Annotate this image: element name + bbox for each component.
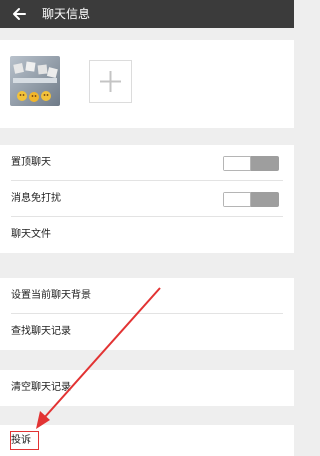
add-member-button[interactable] [89, 60, 132, 103]
mute-row: 消息免打扰 [0, 181, 294, 217]
clear-history-label: 清空聊天记录 [11, 382, 71, 393]
toggle-knob [223, 192, 251, 207]
toggle-track [251, 192, 279, 207]
report-highlight-box [10, 431, 39, 450]
settings-group-clear: 清空聊天记录 [0, 370, 294, 406]
chat-files-row[interactable]: 聊天文件 [0, 217, 294, 253]
search-history-label: 查找聊天记录 [11, 326, 71, 337]
toggle-knob [223, 156, 251, 171]
search-history-row[interactable]: 查找聊天记录 [0, 314, 294, 350]
clear-history-row[interactable]: 清空聊天记录 [0, 370, 294, 406]
member-avatar[interactable] [10, 56, 60, 106]
settings-group-report: 投诉 [0, 425, 294, 456]
settings-group-chat: 置顶聊天 消息免打扰 聊天文件 [0, 145, 294, 253]
mute-label: 消息免打扰 [11, 193, 61, 204]
chat-info-page: 聊天信息 置顶聊天 消息免打扰 聊天文件 设置当前聊天背景 查找聊天记录 清空聊… [0, 0, 294, 456]
plus-icon [100, 71, 121, 92]
back-arrow-icon [13, 8, 26, 20]
report-row[interactable]: 投诉 [0, 425, 294, 456]
chat-files-label: 聊天文件 [11, 229, 51, 240]
pin-chat-row: 置顶聊天 [0, 145, 294, 181]
pin-chat-label: 置顶聊天 [11, 157, 51, 168]
member-list [0, 40, 294, 128]
mute-toggle[interactable] [223, 192, 279, 207]
settings-group-background: 设置当前聊天背景 查找聊天记录 [0, 278, 294, 350]
pin-chat-toggle[interactable] [223, 156, 279, 171]
avatar-image [10, 56, 60, 106]
toggle-track [251, 156, 279, 171]
set-background-label: 设置当前聊天背景 [11, 290, 91, 301]
back-button[interactable] [6, 0, 32, 28]
set-background-row[interactable]: 设置当前聊天背景 [0, 278, 294, 314]
page-title: 聊天信息 [42, 7, 91, 21]
title-bar: 聊天信息 [0, 0, 294, 28]
